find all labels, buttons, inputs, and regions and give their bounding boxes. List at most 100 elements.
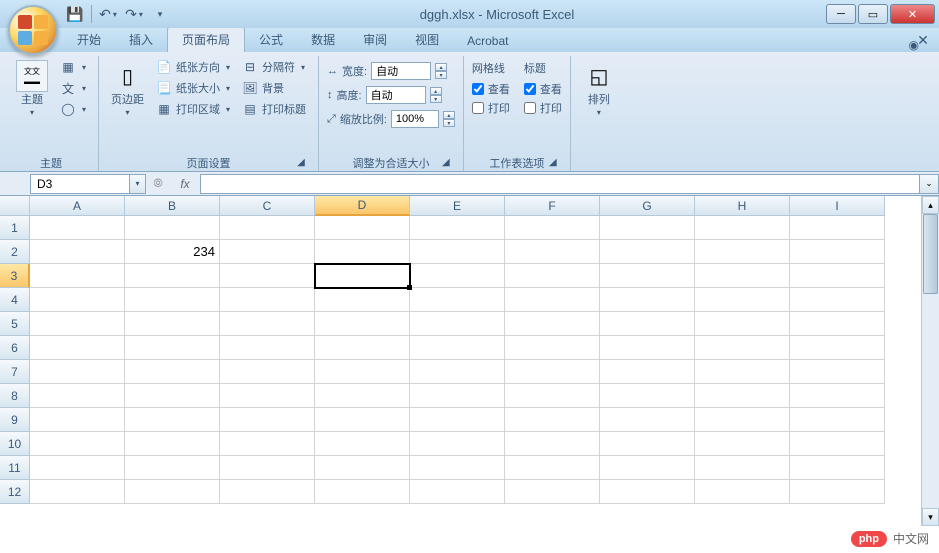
column-header[interactable]: A <box>30 196 125 216</box>
row-header[interactable]: 2 <box>0 240 30 264</box>
cell[interactable] <box>790 240 885 264</box>
cell[interactable] <box>505 336 600 360</box>
cell[interactable] <box>600 336 695 360</box>
cell[interactable] <box>790 360 885 384</box>
headings-view-checkbox[interactable]: 查看 <box>524 81 562 97</box>
cell[interactable] <box>410 456 505 480</box>
cell[interactable] <box>695 408 790 432</box>
cell[interactable] <box>505 360 600 384</box>
cell[interactable] <box>505 456 600 480</box>
print-titles-button[interactable]: ▤打印标题 <box>238 100 310 118</box>
cell[interactable] <box>30 456 125 480</box>
cell[interactable] <box>315 288 410 312</box>
row-header[interactable]: 1 <box>0 216 30 240</box>
formula-input[interactable] <box>200 174 919 194</box>
spin-down[interactable]: ▾ <box>443 119 455 127</box>
cell[interactable] <box>600 480 695 504</box>
orientation-button[interactable]: 📄纸张方向 <box>152 58 234 76</box>
tab-insert[interactable]: 插入 <box>115 27 167 52</box>
cell[interactable] <box>125 408 220 432</box>
cell[interactable] <box>125 432 220 456</box>
size-button[interactable]: 📃纸张大小 <box>152 79 234 97</box>
cell[interactable] <box>505 288 600 312</box>
cell[interactable] <box>220 264 315 288</box>
cell[interactable] <box>695 216 790 240</box>
cell[interactable] <box>600 360 695 384</box>
cell[interactable] <box>315 432 410 456</box>
cell[interactable] <box>220 384 315 408</box>
cell[interactable] <box>410 480 505 504</box>
cell[interactable] <box>315 384 410 408</box>
cell[interactable] <box>125 264 220 288</box>
scroll-down-button[interactable]: ▾ <box>922 508 939 526</box>
cell[interactable] <box>790 480 885 504</box>
cell[interactable] <box>30 336 125 360</box>
cell[interactable] <box>600 216 695 240</box>
cell[interactable] <box>410 216 505 240</box>
cell[interactable] <box>125 336 220 360</box>
cell[interactable] <box>695 336 790 360</box>
cell[interactable] <box>220 480 315 504</box>
cell[interactable] <box>600 384 695 408</box>
cell[interactable] <box>790 264 885 288</box>
cell[interactable] <box>125 480 220 504</box>
cell[interactable] <box>600 240 695 264</box>
cell[interactable] <box>315 264 410 288</box>
theme-effects-button[interactable]: ◯ <box>56 100 90 118</box>
dialog-launcher-icon[interactable]: ◢ <box>439 155 453 169</box>
scroll-up-button[interactable]: ▴ <box>922 196 939 214</box>
cell[interactable] <box>505 408 600 432</box>
themes-button[interactable]: 文文▬▬ 主题 ▾ <box>12 58 52 119</box>
vertical-scrollbar[interactable]: ▴ ▾ <box>921 196 939 526</box>
cell[interactable] <box>505 384 600 408</box>
dialog-launcher-icon[interactable]: ◢ <box>294 155 308 169</box>
column-header[interactable]: I <box>790 196 885 216</box>
row-header[interactable]: 7 <box>0 360 30 384</box>
cells-area[interactable]: 234 <box>30 216 921 526</box>
cell[interactable] <box>695 480 790 504</box>
row-header[interactable]: 11 <box>0 456 30 480</box>
cell[interactable] <box>505 264 600 288</box>
gridlines-print-checkbox[interactable]: 打印 <box>472 100 510 116</box>
cell[interactable] <box>315 216 410 240</box>
cell[interactable] <box>790 216 885 240</box>
cell[interactable] <box>315 360 410 384</box>
cell[interactable] <box>410 432 505 456</box>
cell[interactable] <box>125 384 220 408</box>
spin-up[interactable]: ▴ <box>443 111 455 119</box>
cell[interactable] <box>790 408 885 432</box>
background-button[interactable]: 🖼背景 <box>238 79 310 97</box>
cell[interactable] <box>30 288 125 312</box>
column-header[interactable]: F <box>505 196 600 216</box>
scroll-thumb[interactable] <box>923 214 938 294</box>
redo-button[interactable]: ↷ <box>124 4 144 24</box>
scale-input[interactable] <box>391 110 439 128</box>
cell[interactable] <box>600 456 695 480</box>
cell[interactable] <box>695 288 790 312</box>
column-header[interactable]: H <box>695 196 790 216</box>
cell[interactable] <box>315 456 410 480</box>
cancel-icon[interactable]: ⦾ <box>146 174 170 194</box>
spin-up[interactable]: ▴ <box>435 63 447 71</box>
cell[interactable] <box>30 240 125 264</box>
theme-fonts-button[interactable]: 文 <box>56 79 90 97</box>
cell[interactable] <box>695 456 790 480</box>
cell[interactable] <box>30 360 125 384</box>
cell[interactable] <box>410 240 505 264</box>
name-box-dropdown[interactable]: ▾ <box>130 174 146 194</box>
cell[interactable] <box>220 456 315 480</box>
cell[interactable] <box>220 288 315 312</box>
cell[interactable] <box>790 456 885 480</box>
tab-acrobat[interactable]: Acrobat <box>453 30 522 52</box>
cell[interactable] <box>30 216 125 240</box>
row-header[interactable]: 8 <box>0 384 30 408</box>
row-header[interactable]: 5 <box>0 312 30 336</box>
tab-review[interactable]: 审阅 <box>349 27 401 52</box>
print-area-button[interactable]: ▦打印区域 <box>152 100 234 118</box>
column-header[interactable]: B <box>125 196 220 216</box>
row-header[interactable]: 6 <box>0 336 30 360</box>
cell[interactable] <box>695 384 790 408</box>
cell[interactable] <box>790 432 885 456</box>
cell[interactable] <box>410 360 505 384</box>
width-input[interactable] <box>371 62 431 80</box>
